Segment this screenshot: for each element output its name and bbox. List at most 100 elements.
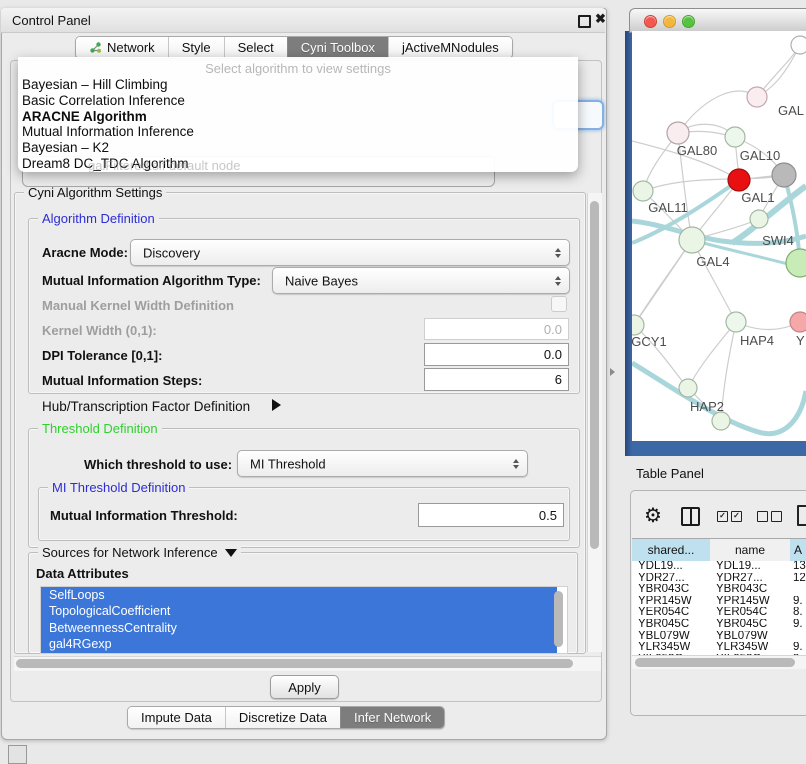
aracne-mode-label: Aracne Mode: bbox=[42, 245, 128, 260]
node-unlabeled-bottom[interactable] bbox=[712, 412, 730, 430]
node-gal11[interactable] bbox=[633, 181, 653, 201]
node-gray[interactable] bbox=[772, 163, 796, 187]
table-row[interactable]: YDL19... YDL19... 13 bbox=[632, 561, 806, 573]
aracne-mode-select[interactable]: Discovery bbox=[130, 239, 570, 266]
split-pane-divider-handle[interactable] bbox=[610, 368, 615, 376]
gear-icon[interactable]: ⚙ bbox=[644, 503, 662, 528]
dpi-tolerance-field[interactable]: 0.0 bbox=[424, 343, 569, 366]
show-columns-icon[interactable] bbox=[681, 507, 700, 526]
table-row[interactable]: YBR045C YBR045C 9. bbox=[632, 619, 806, 631]
column-header-shared-name[interactable]: shared... bbox=[632, 538, 711, 562]
hub-definition-toggle-label[interactable]: Hub/Transcription Factor Definition bbox=[42, 399, 250, 414]
aracne-mode-value: Discovery bbox=[143, 245, 200, 260]
attribute-item-selfloops[interactable]: SelfLoops bbox=[41, 587, 557, 603]
cell-name: YLR345W bbox=[716, 642, 788, 654]
window-close-traffic-light[interactable] bbox=[644, 15, 657, 28]
tab-cyni-toolbox[interactable]: Cyni Toolbox bbox=[287, 37, 388, 58]
algorithm-option-mutual-information[interactable]: Mutual Information Inference bbox=[22, 124, 574, 140]
tab-discretize-data[interactable]: Discretize Data bbox=[225, 707, 340, 728]
desktop: { "control_panel": { "title": "Control P… bbox=[0, 0, 806, 762]
docked-panel-icon[interactable] bbox=[8, 745, 27, 764]
tab-network[interactable]: Network bbox=[76, 37, 168, 58]
node-gal80[interactable] bbox=[667, 122, 689, 144]
mi-algorithm-type-label: Mutual Information Algorithm Type: bbox=[42, 273, 261, 288]
table-row[interactable]: YPR145W YPR145W 9. bbox=[632, 596, 806, 608]
apply-button[interactable]: Apply bbox=[270, 675, 339, 699]
node-hap4[interactable] bbox=[726, 312, 746, 332]
export-table-icon[interactable] bbox=[797, 505, 806, 526]
attribute-list-vscrollbar-thumb[interactable] bbox=[554, 591, 563, 647]
mi-threshold-field[interactable]: 0.5 bbox=[418, 503, 564, 527]
checked-box-icon: ✓ bbox=[717, 511, 728, 522]
node-swi4[interactable] bbox=[750, 210, 768, 228]
sources-expanded-arrow-icon[interactable] bbox=[225, 549, 237, 557]
table-hscrollbar-thumb[interactable] bbox=[635, 658, 795, 667]
node-gal4[interactable] bbox=[679, 227, 705, 253]
node-unlabeled-top[interactable] bbox=[791, 36, 806, 54]
table-hscrollbar-track[interactable] bbox=[632, 655, 806, 669]
node-gcy1[interactable] bbox=[632, 315, 644, 335]
tab-infer-network[interactable]: Infer Network bbox=[340, 707, 444, 728]
mi-threshold-label: Mutual Information Threshold: bbox=[50, 508, 238, 523]
algorithm-option-bayesian-hill[interactable]: Bayesian – Hill Climbing bbox=[22, 77, 574, 93]
attribute-item-betweenness[interactable]: BetweennessCentrality bbox=[41, 620, 557, 636]
algorithm-option-bayesian-k2[interactable]: Bayesian – K2 bbox=[22, 140, 574, 156]
settings-hscrollbar-thumb[interactable] bbox=[16, 659, 573, 668]
close-panel-icon[interactable]: ✖ bbox=[595, 11, 606, 27]
float-panel-icon[interactable] bbox=[578, 15, 591, 28]
table-row[interactable]: YBR043C YBR043C bbox=[632, 584, 806, 596]
mi-algorithm-type-select[interactable]: Naive Bayes bbox=[272, 267, 570, 294]
table-row[interactable]: YDR27... YDR27... 12 bbox=[632, 573, 806, 585]
data-attributes-label: Data Attributes bbox=[36, 566, 129, 581]
cell-value: 12 bbox=[793, 573, 806, 585]
kernel-width-field[interactable]: 0.0 bbox=[424, 318, 569, 340]
deselect-all-columns-icon[interactable] bbox=[757, 511, 782, 522]
network-canvas[interactable]: GAL GAL80 GAL10 GAL1 GAL11 SWI4 GAL4 GCY… bbox=[632, 31, 806, 441]
hub-definition-collapsed-arrow-icon[interactable] bbox=[272, 399, 281, 411]
data-attributes-list: SelfLoops TopologicalCoefficient Between… bbox=[40, 586, 568, 654]
node-bright-green[interactable] bbox=[786, 249, 806, 277]
window-zoom-traffic-light[interactable] bbox=[682, 15, 695, 28]
settings-hscrollbar-track[interactable] bbox=[14, 656, 601, 671]
node-label-hap2: HAP2 bbox=[690, 399, 724, 414]
column-header-partial[interactable]: A bbox=[790, 538, 806, 562]
cell-shared-name: YDL19... bbox=[638, 561, 708, 573]
cell-shared-name: YBL079W bbox=[638, 631, 708, 643]
tab-style[interactable]: Style bbox=[168, 37, 224, 58]
node-hap2[interactable] bbox=[679, 379, 697, 397]
mi-steps-field[interactable]: 6 bbox=[424, 368, 569, 391]
control-panel-title: Control Panel bbox=[12, 13, 91, 28]
table-row[interactable]: YBL079W YBL079W bbox=[632, 631, 806, 643]
mi-steps-label: Mutual Information Steps: bbox=[42, 373, 202, 388]
tab-style-label: Style bbox=[182, 40, 211, 55]
node-y[interactable] bbox=[790, 312, 806, 332]
select-all-columns-icon[interactable]: ✓✓ bbox=[717, 511, 742, 522]
window-minimize-traffic-light[interactable] bbox=[663, 15, 676, 28]
node-label-gal80: GAL80 bbox=[677, 143, 717, 158]
settings-vscrollbar-thumb[interactable] bbox=[590, 201, 599, 549]
table-row[interactable]: YLR345W YLR345W 9. bbox=[632, 642, 806, 654]
column-header-name[interactable]: name bbox=[710, 538, 791, 562]
control-panel-titlebar[interactable] bbox=[1, 8, 605, 33]
attribute-item-topological[interactable]: TopologicalCoefficient bbox=[41, 603, 557, 619]
which-threshold-select[interactable]: MI Threshold bbox=[237, 450, 528, 477]
cell-name: YBR043C bbox=[716, 584, 788, 596]
attribute-item-gal4rgexp[interactable]: gal4RGexp bbox=[41, 636, 557, 652]
settings-vscrollbar-track[interactable] bbox=[587, 193, 602, 652]
node-gal-top[interactable] bbox=[747, 87, 767, 107]
algorithm-option-aracne[interactable]: ARACNE Algorithm bbox=[22, 109, 574, 125]
node-gal1[interactable] bbox=[728, 169, 750, 191]
tab-cyni-toolbox-label: Cyni Toolbox bbox=[301, 40, 375, 55]
tab-impute-data[interactable]: Impute Data bbox=[128, 707, 225, 728]
tab-select[interactable]: Select bbox=[224, 37, 287, 58]
tab-jactivemnodules[interactable]: jActiveMNodules bbox=[388, 37, 512, 58]
network-node-labels: GAL GAL80 GAL10 GAL1 GAL11 SWI4 GAL4 GCY… bbox=[632, 103, 805, 414]
combo-arrows-icon bbox=[555, 248, 561, 258]
cell-name: YDR27... bbox=[716, 573, 788, 585]
mi-algorithm-type-value: Naive Bayes bbox=[285, 273, 358, 288]
table-row[interactable]: YER054C YER054C 8. bbox=[632, 607, 806, 619]
network-window-titlebar[interactable] bbox=[629, 8, 806, 33]
manual-kernel-width-checkbox[interactable] bbox=[551, 296, 567, 312]
algorithm-option-basic-correlation[interactable]: Basic Correlation Inference bbox=[22, 93, 574, 109]
node-gal10[interactable] bbox=[725, 127, 745, 147]
